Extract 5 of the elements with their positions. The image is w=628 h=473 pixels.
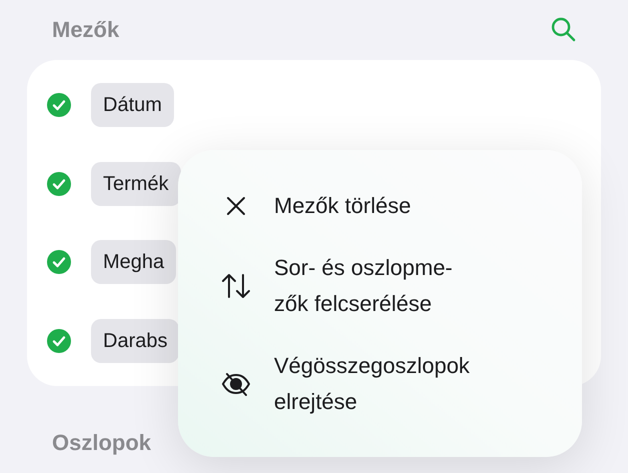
menu-item-label: Végösszegoszlopok elrejtése: [274, 352, 470, 416]
menu-item-label: Mezők törlése: [274, 192, 411, 220]
section-title: Mezők: [52, 16, 120, 44]
menu-item-label: Sor- és oszlopme- zők felcserélése: [274, 254, 453, 318]
section-title: Oszlopok: [52, 430, 152, 455]
